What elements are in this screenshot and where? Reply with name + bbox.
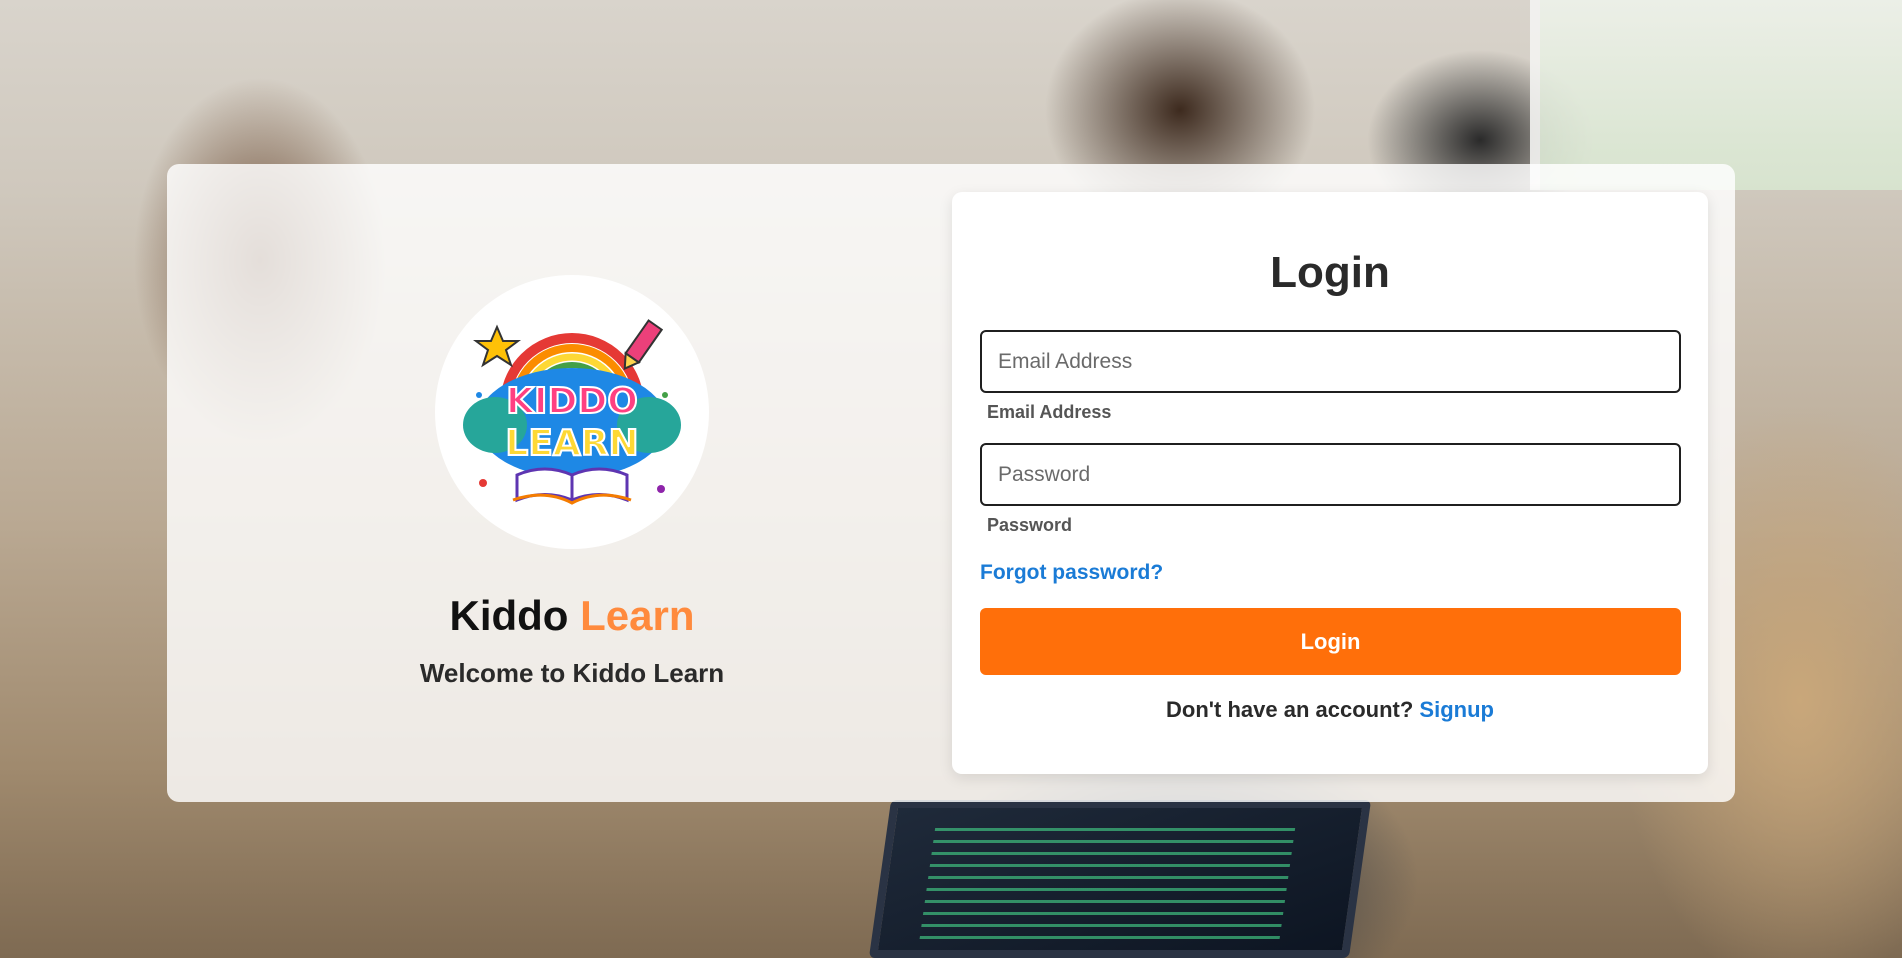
background-window bbox=[1530, 0, 1902, 190]
signup-link[interactable]: Signup bbox=[1419, 697, 1494, 722]
brand-title-kiddo: Kiddo bbox=[449, 592, 569, 639]
signup-prompt: Don't have an account? bbox=[1166, 697, 1414, 722]
brand-title: Kiddo Learn bbox=[167, 592, 977, 640]
login-title: Login bbox=[1270, 248, 1390, 297]
email-input[interactable] bbox=[980, 330, 1681, 393]
login-form: Login Email Address Password Forgot pass… bbox=[952, 192, 1708, 774]
background-laptop bbox=[868, 800, 1372, 958]
open-book-icon bbox=[512, 467, 632, 505]
brand-title-learn: Learn bbox=[580, 592, 695, 639]
password-label: Password bbox=[987, 515, 1073, 535]
logo-text-learn: LEARN bbox=[505, 423, 638, 464]
brand-panel: KIDDO LEARN Kiddo Learn Welcome to Kiddo… bbox=[167, 164, 977, 802]
star-icon bbox=[473, 324, 521, 368]
email-label: Email Address bbox=[987, 402, 1112, 422]
welcome-subtitle: Welcome to Kiddo Learn bbox=[419, 658, 725, 688]
signup-row: Don't have an account? Signup bbox=[952, 697, 1708, 723]
pencil-icon bbox=[623, 319, 664, 371]
password-input[interactable] bbox=[980, 443, 1681, 506]
logo-text-kiddo: KIDDO bbox=[506, 381, 638, 422]
login-card: KIDDO LEARN Kiddo Learn Welcome to Kiddo… bbox=[167, 164, 1735, 802]
forgot-password-link[interactable]: Forgot password? bbox=[980, 561, 1163, 585]
login-button[interactable]: Login bbox=[980, 608, 1681, 675]
kiddo-learn-logo: KIDDO LEARN bbox=[435, 275, 709, 549]
